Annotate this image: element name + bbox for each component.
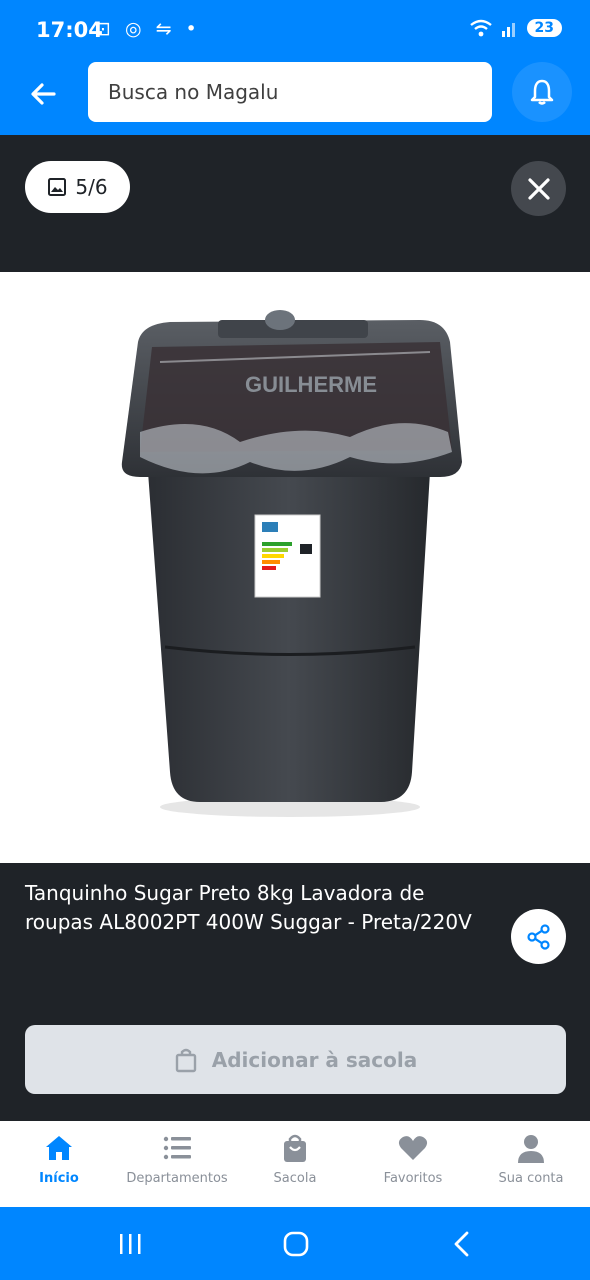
shopping-bag-icon [175,1048,196,1072]
user-icon [518,1135,544,1163]
share-icon [526,923,550,950]
menu-icon [163,1136,191,1160]
search-input[interactable] [106,79,474,105]
arrow-left-icon [31,83,56,105]
add-to-bag-button[interactable]: Adicionar à sacola [25,1025,566,1094]
watermark-text: GUILHERME [245,372,377,397]
home-icon [46,1136,72,1160]
search-box[interactable] [88,62,492,122]
recent-apps-icon[interactable] [116,1231,146,1257]
status-time: 17:04 [36,18,103,42]
system-nav-bar [0,1207,590,1280]
nav-item-departamentos[interactable]: Departamentos [118,1121,236,1207]
nav-item-inicio[interactable]: Início [0,1121,118,1207]
add-to-bag-label: Adicionar à sacola [211,1047,418,1072]
nav-item-sua-conta[interactable]: Sua conta [472,1121,590,1207]
product-info-panel: Tanquinho Sugar Preto 8kg Lavadora de ro… [0,863,590,1121]
bell-icon [530,79,554,105]
notifications-button[interactable] [512,62,572,122]
nav-label-favoritos: Favoritos [383,1171,443,1186]
product-image[interactable]: GUILHERME [0,272,590,863]
status-indicators: 23 [469,18,562,38]
nav-item-favoritos[interactable]: Favoritos [354,1121,472,1207]
image-counter-text: 5/6 [75,175,108,199]
washing-machine-image: GUILHERME [121,310,463,817]
heart-icon [398,1136,428,1160]
image-icon [48,178,67,196]
back-button[interactable] [24,74,64,114]
bag-icon [284,1134,306,1162]
close-gallery-button[interactable] [511,161,566,216]
app-header [0,60,590,135]
status-bar: 17:04 ⊡ ◎ ⇋ • 23 [0,0,590,60]
signal-icon [501,23,515,37]
nav-label-sua-conta: Sua conta [498,1171,564,1186]
nav-item-sacola[interactable]: Sacola [236,1121,354,1207]
image-counter: 5/6 [25,161,130,213]
battery-level: 23 [526,19,562,37]
bottom-nav: Início Departamentos Sacola Favoritos Su… [0,1121,590,1207]
home-button-icon[interactable] [282,1230,310,1258]
wifi-icon [469,19,492,37]
product-title: Tanquinho Sugar Preto 8kg Lavadora de ro… [25,881,472,934]
nav-label-sacola: Sacola [273,1171,317,1186]
notification-icons: ⊡ ◎ ⇋ • [95,18,201,40]
share-button[interactable] [511,909,566,964]
nav-label-departamentos: Departamentos [126,1171,228,1186]
close-icon [527,177,550,200]
gallery-toolbar: 5/6 [0,135,590,272]
nav-label-inicio: Início [39,1171,79,1186]
back-nav-icon[interactable] [450,1230,474,1258]
